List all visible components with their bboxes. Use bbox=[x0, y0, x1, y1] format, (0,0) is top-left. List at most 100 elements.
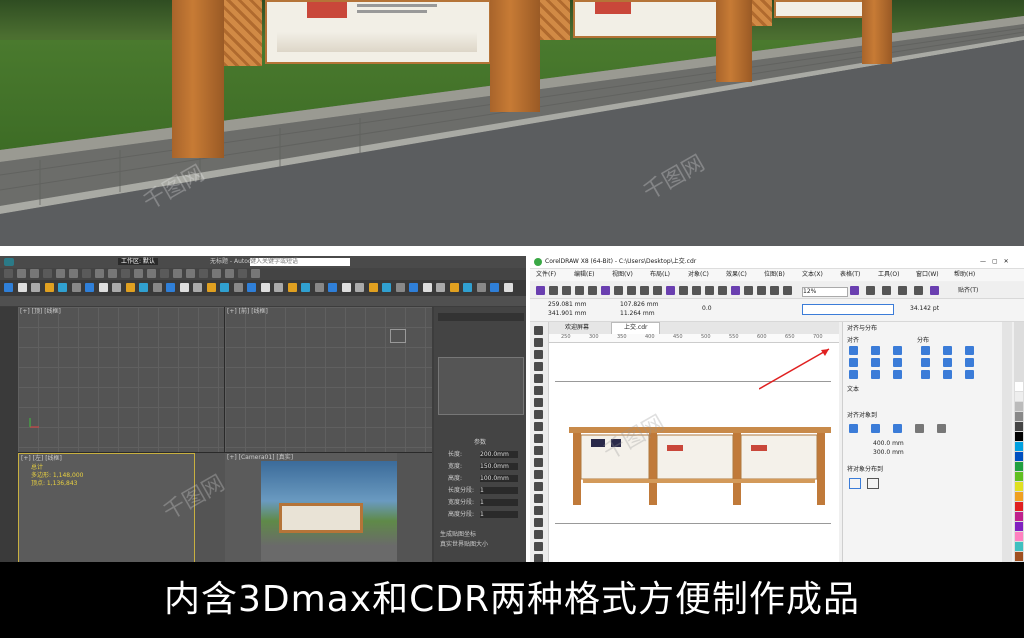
align-icon[interactable] bbox=[893, 346, 902, 355]
toolbar-icon[interactable] bbox=[58, 283, 67, 292]
palette-swatch[interactable] bbox=[1015, 422, 1023, 431]
palette-swatch[interactable] bbox=[1015, 412, 1023, 421]
snap-menu[interactable]: 贴齐(T) bbox=[958, 287, 978, 294]
tool-icon[interactable] bbox=[534, 458, 543, 467]
toolbar-icon[interactable] bbox=[898, 286, 907, 295]
param-input[interactable]: 100.0mm bbox=[480, 475, 518, 482]
toolbar-icon[interactable] bbox=[139, 283, 148, 292]
toolbar-icon[interactable] bbox=[301, 283, 310, 292]
toolbar-icon[interactable] bbox=[575, 286, 584, 295]
tool-icon[interactable] bbox=[534, 350, 543, 359]
menu-icon[interactable] bbox=[82, 269, 91, 278]
menu-icon[interactable] bbox=[17, 269, 26, 278]
menu-icon[interactable] bbox=[69, 269, 78, 278]
palette-swatch[interactable] bbox=[1015, 552, 1023, 561]
menu-icon[interactable] bbox=[251, 269, 260, 278]
search-input[interactable]: 键入关键字或短语 bbox=[250, 258, 350, 266]
viewport-top[interactable]: [+] [顶] [线框] bbox=[18, 307, 225, 453]
tool-icon[interactable] bbox=[534, 470, 543, 479]
toolbar-icon[interactable] bbox=[679, 286, 688, 295]
toolbar-icon[interactable] bbox=[166, 283, 175, 292]
docker-value[interactable]: 300.0 mm bbox=[873, 449, 904, 456]
toolbar-icon[interactable] bbox=[314, 283, 324, 292]
align-to-icon[interactable] bbox=[871, 424, 880, 433]
toolbar-icon[interactable] bbox=[71, 283, 81, 292]
distribute-page-icon[interactable] bbox=[849, 478, 861, 489]
toolbar-icon[interactable] bbox=[125, 283, 135, 292]
toolbar-icon[interactable] bbox=[692, 286, 701, 295]
tool-icon[interactable] bbox=[534, 518, 543, 527]
toolbar-icon[interactable] bbox=[601, 286, 610, 295]
align-icon[interactable] bbox=[849, 370, 858, 379]
x-position[interactable]: 259.081 mm bbox=[548, 301, 586, 308]
toolbar-icon[interactable] bbox=[705, 286, 714, 295]
palette-swatch[interactable] bbox=[1015, 402, 1023, 411]
toolbar-icon[interactable] bbox=[503, 283, 513, 292]
menu-icon[interactable] bbox=[56, 269, 65, 278]
param-input[interactable]: 1 bbox=[480, 487, 518, 494]
toolbar-icon[interactable] bbox=[422, 283, 432, 292]
tool-icon[interactable] bbox=[534, 506, 543, 515]
tool-icon[interactable] bbox=[534, 494, 543, 503]
object-width[interactable]: 107.826 mm bbox=[620, 301, 658, 308]
menu-item[interactable]: 帮助(H) bbox=[954, 271, 975, 278]
menu-icon[interactable] bbox=[225, 269, 234, 278]
toolbar-icon[interactable] bbox=[731, 286, 740, 295]
toolbar-icon[interactable] bbox=[112, 283, 121, 292]
checkbox-label[interactable]: 生成贴图坐标 bbox=[440, 531, 476, 538]
zoom-select[interactable]: 12% bbox=[802, 287, 848, 297]
tool-icon[interactable] bbox=[534, 530, 543, 539]
rotation-angle[interactable]: 0.0 bbox=[702, 305, 712, 312]
toolbar-icon[interactable] bbox=[382, 283, 391, 292]
toolbar-icon[interactable] bbox=[614, 286, 623, 295]
distribute-selection-icon[interactable] bbox=[867, 478, 879, 489]
distribute-icon[interactable] bbox=[921, 358, 930, 367]
y-position[interactable]: 341.901 mm bbox=[548, 310, 586, 317]
toolbar-icon[interactable] bbox=[588, 286, 597, 295]
toolbar-icon[interactable] bbox=[274, 283, 283, 292]
menu-icon[interactable] bbox=[199, 269, 208, 278]
docker-value[interactable]: 400.0 mm bbox=[873, 440, 904, 447]
align-icon[interactable] bbox=[893, 370, 902, 379]
tool-icon[interactable] bbox=[534, 338, 543, 347]
toolbar-icon[interactable] bbox=[31, 283, 40, 292]
palette-swatch[interactable] bbox=[1015, 392, 1023, 401]
window-controls[interactable]: —▢✕ bbox=[980, 258, 1015, 265]
menu-icon[interactable] bbox=[121, 269, 130, 278]
menu-item[interactable]: 工具(O) bbox=[878, 271, 899, 278]
toolbar-icon[interactable] bbox=[718, 286, 727, 295]
palette-swatch[interactable] bbox=[1015, 472, 1023, 481]
palette-swatch[interactable] bbox=[1015, 502, 1023, 511]
align-to-icon[interactable] bbox=[893, 424, 902, 433]
palette-swatch[interactable] bbox=[1015, 442, 1023, 451]
tool-icon[interactable] bbox=[534, 386, 543, 395]
viewport-front[interactable]: [+] [前] [线框] bbox=[225, 307, 432, 453]
align-to-icon[interactable] bbox=[915, 424, 924, 433]
param-input[interactable]: 1 bbox=[480, 511, 518, 518]
tool-icon[interactable] bbox=[534, 398, 543, 407]
drawing-canvas[interactable] bbox=[549, 343, 839, 562]
toolbar-icon[interactable] bbox=[220, 283, 229, 292]
palette-swatch[interactable] bbox=[1015, 482, 1023, 491]
toolbar-icon[interactable] bbox=[395, 283, 405, 292]
toolbar-icon[interactable] bbox=[247, 283, 256, 292]
menu-item[interactable]: 效果(C) bbox=[726, 271, 747, 278]
distribute-icon[interactable] bbox=[921, 370, 930, 379]
menu-item[interactable]: 布局(L) bbox=[650, 271, 670, 278]
viewport-camera[interactable]: [+] [Camera01] [真实] bbox=[225, 453, 397, 562]
toolbar-icon[interactable] bbox=[44, 283, 54, 292]
toolbar-icon[interactable] bbox=[536, 286, 545, 295]
toolbar-icon[interactable] bbox=[449, 283, 459, 292]
toolbar-icon[interactable] bbox=[866, 286, 875, 295]
toolbar-icon[interactable] bbox=[562, 286, 571, 295]
align-icon[interactable] bbox=[893, 358, 902, 367]
toolbar-icon[interactable] bbox=[409, 283, 418, 292]
tool-icon[interactable] bbox=[534, 374, 543, 383]
palette-swatch[interactable] bbox=[1015, 452, 1023, 461]
toolbar-icon[interactable] bbox=[640, 286, 649, 295]
menu-item[interactable]: 对象(C) bbox=[688, 271, 709, 278]
menu-icon[interactable] bbox=[30, 269, 39, 278]
toolbar-icon[interactable] bbox=[85, 283, 94, 292]
command-tabs[interactable] bbox=[438, 313, 524, 321]
tool-icon[interactable] bbox=[534, 434, 543, 443]
